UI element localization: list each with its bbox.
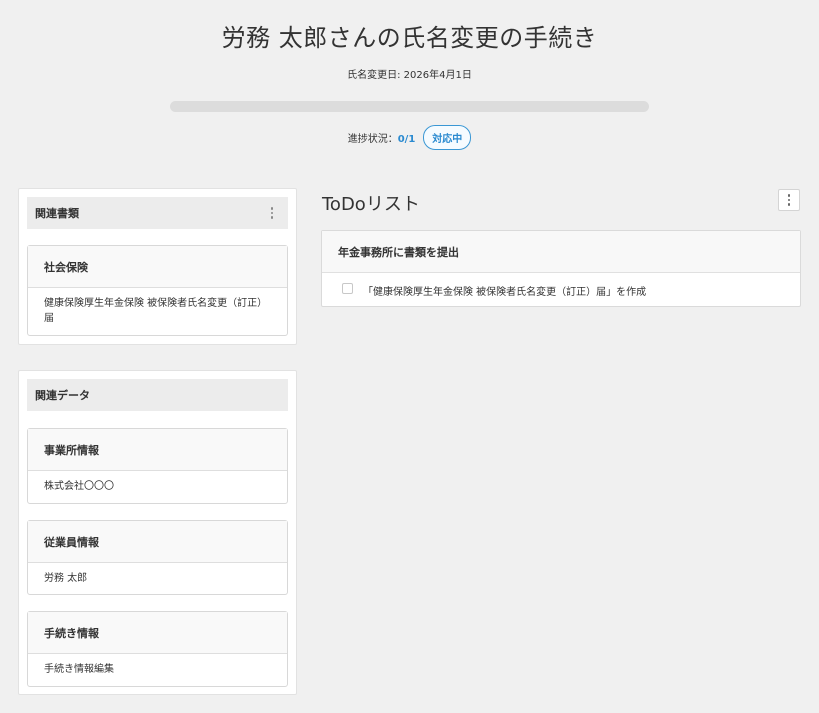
related-data-panel: 関連データ 事業所情報 株式会社〇〇〇 従業員情報 労務 太郎 手続き情報 手続… [18,370,297,695]
related-documents-title: 関連書類 [35,207,79,220]
todo-item[interactable]: 「健康保険厚生年金保険 被保険者氏名変更（訂正）届」を作成 [322,273,800,307]
name-change-date: 氏名変更日: 2026年4月1日 [347,70,472,81]
data-card-office-info[interactable]: 事業所情報 株式会社〇〇〇 [27,428,288,504]
progress-status: 進捗状況：0/1 対応中 [0,125,819,150]
progress-label: 進捗状況：0/1 [348,130,416,145]
todo-title: ToDoリスト [322,194,420,215]
related-documents-menu-icon[interactable] [264,204,280,222]
data-card-value[interactable]: 手続き情報編集 [28,654,287,685]
progress-count: 0/1 [397,134,416,145]
todo-menu-button[interactable] [778,189,800,211]
data-card-title: 事業所情報 [28,429,287,471]
todo-group-title: 年金事務所に書類を提出 [322,231,800,273]
progress-label-text: 進捗状況： [347,134,398,145]
data-card-value[interactable]: 株式会社〇〇〇 [28,471,287,502]
data-card-value[interactable]: 労務 太郎 [28,563,287,594]
progress-bar [170,101,649,112]
todo-item-checkbox[interactable] [342,282,353,294]
todo-group: 年金事務所に書類を提出 「健康保険厚生年金保険 被保険者氏名変更（訂正）届」を作… [321,230,801,307]
data-card-title: 手続き情報 [28,612,287,654]
document-card-title: 社会保険 [28,246,287,288]
related-documents-panel: 関連書類 社会保険 健康保険厚生年金保険 被保険者氏名変更（訂正）届 [18,188,297,345]
document-card-link[interactable]: 健康保険厚生年金保険 被保険者氏名変更（訂正）届 [28,288,287,334]
todo-item-label: 「健康保険厚生年金保険 被保険者氏名変更（訂正）届」を作成 [363,286,647,298]
data-card-employee-info[interactable]: 従業員情報 労務 太郎 [27,520,288,595]
data-card-title: 従業員情報 [28,521,287,563]
related-data-header: 関連データ [27,379,288,411]
status-badge: 対応中 [423,125,472,150]
document-card-social-insurance[interactable]: 社会保険 健康保険厚生年金保険 被保険者氏名変更（訂正）届 [27,245,288,336]
related-data-title: 関連データ [35,389,90,402]
page-title: 労務 太郎さんの氏名変更の手続き [221,24,598,52]
data-card-procedure-info[interactable]: 手続き情報 手続き情報編集 [27,611,288,687]
related-documents-header: 関連書類 [27,197,288,229]
